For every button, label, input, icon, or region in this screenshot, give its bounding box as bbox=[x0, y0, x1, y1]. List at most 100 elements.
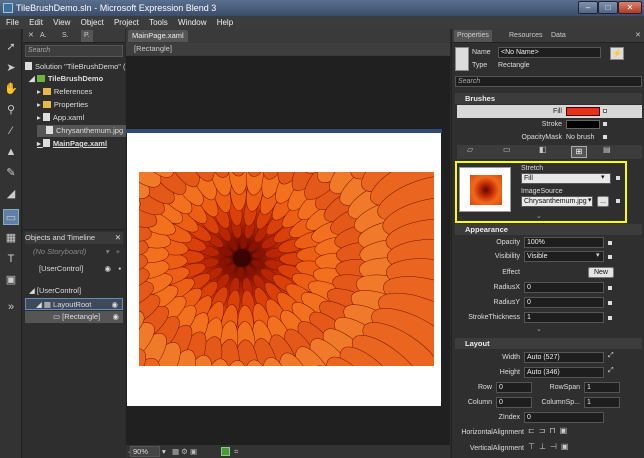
advanced-options-icon[interactable] bbox=[608, 316, 612, 320]
fill-swatch[interactable] bbox=[566, 107, 600, 116]
paint-bucket-tool-icon[interactable]: ▲ bbox=[3, 144, 19, 160]
tab-resources[interactable]: Resources bbox=[506, 30, 545, 42]
stretch-select[interactable]: Fill bbox=[521, 173, 611, 184]
visibility-select[interactable]: Visible bbox=[524, 251, 604, 262]
maximize-button[interactable]: □ bbox=[598, 1, 618, 14]
advanced-options-icon[interactable] bbox=[603, 135, 607, 139]
tab-assets[interactable]: A. bbox=[37, 30, 50, 42]
advanced-options-icon[interactable] bbox=[616, 199, 620, 203]
project-node[interactable]: ◢ TileBrushDemo bbox=[29, 73, 103, 85]
pen-tool-icon[interactable]: ✎ bbox=[3, 165, 19, 181]
advanced-options-icon[interactable] bbox=[603, 122, 607, 126]
expand-more-icon[interactable]: ⌄ bbox=[536, 212, 542, 220]
display-options-icon[interactable]: ▦ ⚙ ▣ bbox=[172, 445, 197, 458]
dropdown-icon[interactable]: ▾ bbox=[105, 246, 109, 258]
eyedropper-tool-icon[interactable]: ⁄ bbox=[3, 123, 19, 139]
auto-size-icon[interactable]: ⤢ bbox=[608, 352, 614, 360]
tab-properties[interactable]: Properties bbox=[454, 30, 492, 42]
vertical-alignment-icons[interactable]: ⊤⊥⊣▣ bbox=[528, 442, 572, 451]
text-tool-icon[interactable]: T bbox=[3, 251, 19, 267]
lock-icon[interactable]: ▪ bbox=[118, 263, 121, 275]
selection-tool-icon[interactable]: ➤ bbox=[3, 60, 19, 76]
advanced-options-icon[interactable] bbox=[608, 286, 612, 290]
new-effect-button[interactable]: New bbox=[588, 267, 614, 278]
expand-icon[interactable]: ◢ bbox=[29, 74, 37, 83]
auto-size-icon[interactable]: ⤢ bbox=[608, 367, 614, 375]
solution-node[interactable]: Solution "TileBrushDemo" (1 bbox=[25, 61, 130, 73]
width-field[interactable]: Auto (527) bbox=[524, 352, 604, 363]
controls-tool-icon[interactable]: ▣ bbox=[3, 272, 19, 288]
close-icon[interactable]: ✕ bbox=[115, 232, 121, 244]
eye-icon[interactable]: ◉ bbox=[111, 299, 118, 311]
usercontrol-node[interactable]: ◢ [UserControl] bbox=[25, 285, 123, 297]
menu-file[interactable]: File bbox=[6, 18, 19, 27]
add-storyboard-icon[interactable]: + bbox=[116, 246, 120, 258]
properties-node[interactable]: ▸ Properties bbox=[37, 99, 88, 111]
stroke-swatch[interactable] bbox=[566, 120, 600, 129]
zoom-tool-icon[interactable]: ⚲ bbox=[3, 102, 19, 118]
solid-brush-icon[interactable]: ▭ bbox=[503, 145, 511, 154]
expand-icon[interactable]: ◢ bbox=[36, 300, 44, 309]
strokethickness-field[interactable]: 1 bbox=[524, 312, 604, 323]
menu-window[interactable]: Window bbox=[178, 18, 206, 27]
usercontrol-scope[interactable]: [UserControl] ◉ ▪ bbox=[25, 263, 123, 275]
zindex-field[interactable]: 0 bbox=[524, 412, 604, 423]
layout-panel-tool-icon[interactable]: ▦ bbox=[3, 230, 19, 246]
brush-resources-icon[interactable]: ▤ bbox=[603, 145, 611, 154]
pan-tool-icon[interactable]: ✋ bbox=[3, 81, 19, 97]
snap-options-icon[interactable]: ⌗ bbox=[234, 445, 238, 458]
advanced-options-icon[interactable] bbox=[616, 176, 620, 180]
tab-data[interactable]: Data bbox=[548, 30, 569, 42]
close-icon[interactable]: ✕ bbox=[632, 30, 644, 42]
tab-states[interactable]: S. bbox=[59, 30, 72, 42]
menu-tools[interactable]: Tools bbox=[149, 18, 168, 27]
minimize-button[interactable]: – bbox=[578, 1, 598, 14]
menu-help[interactable]: Help bbox=[217, 18, 233, 27]
column-field[interactable]: 0 bbox=[496, 397, 532, 408]
expand-icon[interactable]: ◢ bbox=[29, 286, 37, 295]
no-brush-icon[interactable]: ▱ bbox=[467, 145, 473, 154]
asset-library-icon[interactable]: » bbox=[3, 299, 19, 315]
row-field[interactable]: 0 bbox=[496, 382, 532, 393]
chevron-down-icon[interactable]: ▾ bbox=[596, 251, 600, 259]
references-node[interactable]: ▸ References bbox=[37, 86, 92, 98]
chevron-down-icon[interactable]: ▾ bbox=[588, 196, 592, 204]
menu-object[interactable]: Object bbox=[81, 18, 104, 27]
expand-more-icon[interactable]: ⌄ bbox=[536, 325, 542, 333]
layout-section-header[interactable]: Layout bbox=[455, 338, 642, 349]
direct-selection-tool-icon[interactable]: ➚ bbox=[3, 39, 19, 55]
rectangle-image-fill[interactable] bbox=[139, 172, 434, 366]
imagesource-select[interactable]: Chrysanthemum.jpg bbox=[521, 196, 593, 207]
close-icon[interactable]: ✕ bbox=[25, 30, 37, 42]
chevron-down-icon[interactable]: ▾ bbox=[601, 173, 605, 181]
app-xaml-node[interactable]: ▸ App.xaml bbox=[37, 112, 84, 124]
rectangle-tool-icon[interactable]: ▭ bbox=[3, 209, 19, 225]
artboard[interactable] bbox=[126, 56, 450, 445]
close-button[interactable]: ✕ bbox=[618, 1, 642, 14]
opacity-field[interactable]: 100% bbox=[524, 237, 604, 248]
menu-edit[interactable]: Edit bbox=[29, 18, 43, 27]
horizontal-alignment-icons[interactable]: ⊏⊐⊓▣ bbox=[528, 426, 571, 435]
gradient-brush-icon[interactable]: ◧ bbox=[539, 145, 547, 154]
tab-project[interactable]: P. bbox=[81, 30, 93, 42]
snap-grid-icon[interactable] bbox=[221, 447, 230, 456]
brush-transform-tool-icon[interactable]: ◢ bbox=[3, 186, 19, 202]
brushes-section-header[interactable]: Brushes bbox=[455, 93, 642, 104]
height-field[interactable]: Auto (346) bbox=[524, 367, 604, 378]
breadcrumb[interactable]: [Rectangle] bbox=[126, 43, 450, 55]
advanced-options-icon[interactable] bbox=[608, 255, 612, 259]
advanced-options-icon[interactable] bbox=[608, 241, 612, 245]
project-search-input[interactable]: Search bbox=[25, 45, 123, 57]
menu-view[interactable]: View bbox=[53, 18, 70, 27]
rowspan-field[interactable]: 1 bbox=[584, 382, 620, 393]
eye-icon[interactable]: ◉ bbox=[104, 263, 111, 275]
tab-mainpage[interactable]: MainPage.xaml bbox=[128, 30, 188, 42]
advanced-options-icon[interactable] bbox=[608, 301, 612, 305]
rectangle-node[interactable]: ▭ [Rectangle] ◉ bbox=[25, 311, 123, 323]
columnspan-field[interactable]: 1 bbox=[584, 397, 620, 408]
layoutroot-node[interactable]: ◢ ▦ LayoutRoot ◉ bbox=[25, 298, 123, 310]
name-field[interactable]: <No Name> bbox=[498, 47, 601, 58]
zoom-dropdown-icon[interactable]: ▾ bbox=[162, 445, 166, 458]
browse-button[interactable]: ... bbox=[597, 196, 609, 207]
tile-brush-icon[interactable]: ⊞ bbox=[571, 146, 587, 158]
